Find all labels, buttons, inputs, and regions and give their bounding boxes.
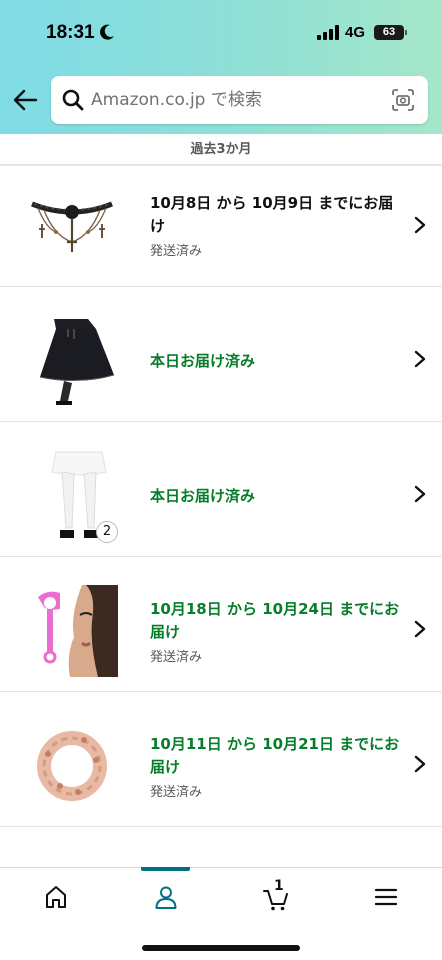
order-row[interactable]: 10月8日 から 10月9日 までにお届け 発送済み — [0, 166, 442, 287]
camera-scan-icon[interactable] — [391, 88, 415, 112]
battery-icon: 63 — [374, 25, 404, 40]
cart-count: 1 — [274, 878, 284, 894]
moon-icon — [100, 24, 114, 40]
chevron-right-icon — [414, 620, 426, 638]
eyelash-curler-image — [26, 585, 118, 677]
chevron-right-icon — [414, 216, 426, 234]
tab-cart[interactable] — [220, 868, 330, 924]
search-input[interactable] — [91, 87, 381, 113]
delivery-status: 10月18日 から 10月24日 までにお届け — [150, 600, 400, 641]
delivery-status: 10月8日 から 10月9日 までにお届け — [150, 194, 394, 235]
status-time: 18:31 — [46, 22, 95, 43]
order-row[interactable]: 10月11日 から 10月21日 までにお届け 発送済み — [0, 692, 442, 827]
shipping-status: 発送済み — [150, 785, 203, 800]
delivery-status: 本日お届け済み — [150, 352, 256, 370]
order-row[interactable]: 2 本日お届け済み — [0, 422, 442, 557]
account-icon — [155, 886, 177, 909]
black-skirt-image — [39, 319, 115, 405]
home-icon — [46, 886, 66, 908]
item-count-badge: 2 — [96, 521, 118, 543]
back-arrow-icon[interactable] — [12, 88, 38, 112]
delivery-status: 10月11日 から 10月21日 までにお届け — [150, 735, 400, 776]
search-icon — [62, 89, 84, 111]
home-indicator — [142, 945, 300, 951]
chevron-right-icon — [414, 485, 426, 503]
order-row[interactable]: 10月18日 から 10月24日 までにお届け 発送済み — [0, 557, 442, 692]
chevron-right-icon — [414, 755, 426, 773]
order-row[interactable]: 本日お届け済み — [0, 287, 442, 422]
tab-home[interactable] — [0, 868, 110, 924]
signal-icon — [317, 25, 339, 40]
menu-icon — [374, 888, 398, 906]
lace-choker-necklace-image — [31, 201, 113, 252]
hair-scrunchie-image — [37, 731, 107, 801]
network-type: 4G — [345, 24, 366, 41]
shipping-status: 発送済み — [150, 650, 203, 665]
status-bar: 18:31 4G 63 — [0, 0, 442, 66]
shipping-status: 発送済み — [150, 244, 203, 259]
tab-menu[interactable] — [330, 868, 440, 924]
tab-account[interactable] — [110, 868, 220, 924]
header: 18:31 4G 63 — [0, 0, 442, 134]
search-bar[interactable] — [51, 76, 428, 124]
chevron-right-icon — [414, 350, 426, 368]
section-label: 過去3か月 — [0, 134, 442, 166]
battery-tip — [405, 30, 407, 35]
delivery-status: 本日お届け済み — [150, 487, 256, 505]
